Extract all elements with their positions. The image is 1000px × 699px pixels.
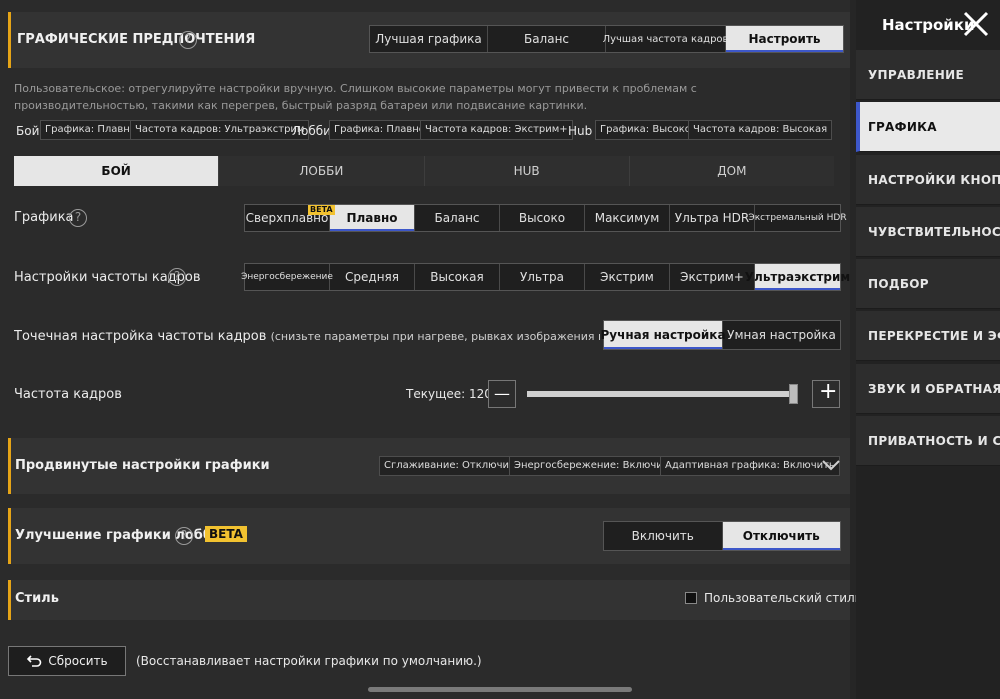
summary-hub-fps: Частота кадров: Высокая bbox=[688, 120, 833, 140]
sidebar-item-sensitivity[interactable]: ЧУВСТВИТЕЛЬНОСТЬ bbox=[856, 207, 1000, 257]
graphics-preferences-title: ГРАФИЧЕСКИЕ ПРЕДПОЧТЕНИЯ bbox=[17, 32, 256, 47]
frame-rate-decrease-button[interactable]: — bbox=[488, 380, 516, 408]
summary-hub-label: Hub bbox=[568, 124, 593, 138]
summary-lobby-label: Лобби bbox=[292, 124, 331, 138]
preset-description: Пользовательское: отрегулируйте настройк… bbox=[14, 82, 697, 112]
sidebar-item-controls[interactable]: УПРАВЛЕНИЕ bbox=[856, 50, 1000, 100]
fps-option-high[interactable]: Высокая bbox=[415, 264, 500, 290]
fps-option-ultra-extreme[interactable]: Ультраэкстрим bbox=[745, 264, 850, 290]
graphics-option-high[interactable]: Высоко bbox=[500, 205, 585, 231]
fps-option-extreme-plus[interactable]: Экстрим+ bbox=[670, 264, 755, 290]
graphics-label: Графика bbox=[14, 210, 74, 225]
fps-option-power-saving[interactable]: Энергосбережение bbox=[241, 264, 333, 290]
beta-badge-small: BETA bbox=[308, 205, 335, 215]
custom-style-label: Пользовательский стиль bbox=[704, 591, 862, 605]
fps-option-extreme[interactable]: Экстрим bbox=[585, 264, 670, 290]
help-icon[interactable]: ? bbox=[168, 268, 186, 286]
tab-lobby[interactable]: ЛОББИ bbox=[219, 156, 425, 186]
advanced-tag-antialiasing: Сглаживание: Отключить bbox=[379, 456, 526, 476]
reset-button-label: Сбросить bbox=[48, 654, 108, 668]
advanced-graphics-title: Продвинутые настройки графики bbox=[15, 458, 270, 473]
graphics-preferences-section: ГРАФИЧЕСКИЕ ПРЕДПОЧТЕНИЯ ? Лучшая график… bbox=[8, 12, 850, 68]
sidebar-item-crosshair-effects[interactable]: ПЕРЕКРЕСТИЕ И ЭФФЕКТЫ bbox=[856, 311, 1000, 361]
advanced-tag-adaptive: Адаптивная графика: Включить bbox=[660, 456, 840, 476]
graphics-option-max[interactable]: Максимум bbox=[585, 205, 670, 231]
help-icon[interactable]: ? bbox=[175, 527, 193, 545]
graphics-option-extreme-hdr[interactable]: Экстремальный HDR bbox=[748, 205, 846, 231]
sidebar-header: Настройки bbox=[856, 0, 1000, 50]
graphics-option-smooth[interactable]: Плавно bbox=[330, 205, 415, 231]
summary-battle-fps: Частота кадров: Ультраэкстрим bbox=[130, 120, 310, 140]
graphics-preset-selector: Лучшая графика Баланс Лучшая частота кад… bbox=[369, 25, 844, 53]
help-icon[interactable]: ? bbox=[179, 31, 197, 49]
style-title: Стиль bbox=[15, 591, 59, 606]
fine-fps-label-wrap: Точечная настройка частоты кадров (снизь… bbox=[14, 329, 600, 344]
close-icon[interactable] bbox=[960, 8, 992, 40]
sidebar-item-graphics[interactable]: ГРАФИКА bbox=[856, 102, 1000, 152]
sidebar-item-sound-feedback[interactable]: ЗВУК И ОБРАТНАЯ СВЯЗЬ bbox=[856, 364, 1000, 414]
beta-badge: BETA bbox=[205, 526, 247, 542]
frame-rate-slider-handle[interactable] bbox=[789, 384, 798, 404]
undo-icon bbox=[27, 655, 42, 667]
graphics-settings-panel: ГРАФИЧЕСКИЕ ПРЕДПОЧТЕНИЯ ? Лучшая график… bbox=[0, 0, 862, 699]
minus-icon: — bbox=[494, 384, 510, 403]
tab-battle[interactable]: БОЙ bbox=[14, 156, 220, 186]
plus-icon: + bbox=[819, 379, 838, 404]
tab-home[interactable]: ДОМ bbox=[630, 156, 834, 186]
advanced-tag-power-saving: Энергосбережение: Включить bbox=[509, 456, 680, 476]
graphics-option-balance[interactable]: Баланс bbox=[415, 205, 500, 231]
preset-best-graphics[interactable]: Лучшая графика bbox=[370, 26, 488, 52]
fine-fps-smart[interactable]: Умная настройка bbox=[723, 321, 840, 349]
advanced-graphics-section[interactable]: Продвинутые настройки графики Сглаживани… bbox=[8, 438, 850, 494]
frame-rate-label: Частота кадров bbox=[14, 387, 122, 402]
preset-best-fps[interactable]: Лучшая частота кадров bbox=[603, 26, 728, 52]
fps-option-medium[interactable]: Средняя bbox=[330, 264, 415, 290]
reset-button[interactable]: Сбросить bbox=[8, 646, 126, 676]
summary-lobby-graphics: Графика: Плавно bbox=[329, 120, 430, 140]
fine-fps-manual[interactable]: Ручная настройка bbox=[600, 321, 726, 349]
sidebar-item-matchmaking[interactable]: ПОДБОР bbox=[856, 259, 1000, 309]
fine-fps-hint: (снизьте параметры при нагреве, рывках и… bbox=[270, 330, 600, 343]
sidebar-item-privacy-social[interactable]: ПРИВАТНОСТЬ И СОЦПЛАТФОРМЫ bbox=[856, 416, 1000, 466]
lobby-enhance-selector: Включить Отключить bbox=[603, 521, 841, 551]
summary-battle-label: Бой bbox=[16, 124, 40, 138]
frame-rate-increase-button[interactable]: + bbox=[812, 379, 840, 408]
fine-fps-label: Точечная настройка частоты кадров bbox=[14, 329, 267, 344]
fps-option-ultra[interactable]: Ультра bbox=[500, 264, 585, 290]
fps-selector: Энергосбережение Средняя Высокая Ультра … bbox=[241, 263, 850, 291]
lobby-enhance-disable[interactable]: Отключить bbox=[722, 522, 840, 550]
custom-style-checkbox[interactable] bbox=[685, 592, 697, 604]
summary-lobby-fps: Частота кадров: Экстрим+ bbox=[420, 120, 573, 140]
graphics-option-ultra-hdr[interactable]: Ультра HDR bbox=[670, 205, 755, 231]
settings-sidebar: Настройки УПРАВЛЕНИЕ ГРАФИКА НАСТРОЙКИ К… bbox=[856, 0, 1000, 699]
mode-tabs: БОЙ ЛОББИ HUB ДОМ bbox=[14, 156, 834, 186]
frame-rate-current: Текущее: 120 bbox=[406, 387, 492, 401]
frame-rate-slider-track[interactable] bbox=[527, 391, 797, 397]
summary-battle-graphics: Графика: Плавно bbox=[40, 120, 141, 140]
summary-hub-graphics: Графика: Высоко bbox=[595, 120, 696, 140]
sidebar-item-button-settings[interactable]: НАСТРОЙКИ КНОПОК bbox=[856, 155, 1000, 205]
preset-balance[interactable]: Баланс bbox=[488, 26, 606, 52]
preset-custom[interactable]: Настроить bbox=[726, 26, 843, 52]
scroll-indicator[interactable] bbox=[368, 687, 632, 692]
chevron-down-icon[interactable] bbox=[821, 458, 841, 472]
lobby-enhance-enable[interactable]: Включить bbox=[604, 522, 723, 550]
tab-hub[interactable]: HUB bbox=[425, 156, 630, 186]
help-icon[interactable]: ? bbox=[69, 209, 87, 227]
fine-fps-selector: Ручная настройка Умная настройка bbox=[600, 320, 841, 350]
reset-hint: (Восстанавливает настройки графики по ум… bbox=[136, 654, 482, 668]
